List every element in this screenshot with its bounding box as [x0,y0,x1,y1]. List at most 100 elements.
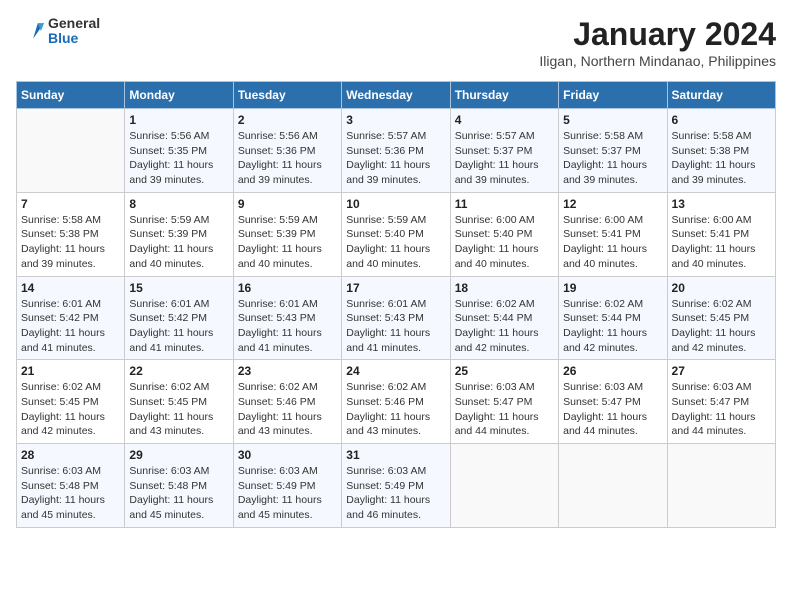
calendar-cell: 26 Sunrise: 6:03 AMSunset: 5:47 PMDayligh… [559,360,667,444]
calendar-cell: 27 Sunrise: 6:03 AMSunset: 5:47 PMDayligh… [667,360,775,444]
day-number: 9 [238,197,337,211]
calendar-cell [450,444,558,528]
calendar-cell: 12 Sunrise: 6:00 AMSunset: 5:41 PMDayligh… [559,192,667,276]
day-number: 15 [129,281,228,295]
day-info: Sunrise: 5:57 AMSunset: 5:37 PMDaylight:… [455,129,554,188]
title-block: January 2024 Iligan, Northern Mindanao, … [539,16,776,69]
calendar-cell: 19 Sunrise: 6:02 AMSunset: 5:44 PMDayligh… [559,276,667,360]
day-number: 10 [346,197,445,211]
calendar-cell [559,444,667,528]
day-number: 2 [238,113,337,127]
day-info: Sunrise: 6:02 AMSunset: 5:46 PMDaylight:… [346,380,445,439]
header-sunday: Sunday [17,82,125,109]
calendar-cell: 21Sunrise: 6:02 AMSunset: 5:45 PMDayligh… [17,360,125,444]
day-info: Sunrise: 5:56 AMSunset: 5:36 PMDaylight:… [238,129,337,188]
calendar-cell: 4Sunrise: 5:57 AMSunset: 5:37 PMDaylight… [450,109,558,193]
calendar-cell: 10Sunrise: 5:59 AMSunset: 5:40 PMDayligh… [342,192,450,276]
header-saturday: Saturday [667,82,775,109]
calendar-cell: 29 Sunrise: 6:03 AMSunset: 5:48 PMDayligh… [125,444,233,528]
header-wednesday: Wednesday [342,82,450,109]
day-info: Sunrise: 6:02 AMSunset: 5:44 PMDaylight:… [455,297,554,356]
day-number: 11 [455,197,554,211]
day-number: 8 [129,197,228,211]
logo-blue: Blue [48,31,100,46]
day-info: Sunrise: 5:58 AMSunset: 5:38 PMDaylight:… [672,129,771,188]
day-info: Sunrise: 5:58 AMSunset: 5:37 PMDaylight:… [563,129,662,188]
header-thursday: Thursday [450,82,558,109]
calendar-cell: 9 Sunrise: 5:59 AMSunset: 5:39 PMDaylight… [233,192,341,276]
calendar-cell: 20Sunrise: 6:02 AMSunset: 5:45 PMDayligh… [667,276,775,360]
day-number: 6 [672,113,771,127]
day-number: 1 [129,113,228,127]
day-info: Sunrise: 6:02 AMSunset: 5:45 PMDaylight:… [672,297,771,356]
logo-general: General [48,16,100,31]
calendar-cell: 3 Sunrise: 5:57 AMSunset: 5:36 PMDaylight… [342,109,450,193]
day-info: Sunrise: 6:01 AMSunset: 5:42 PMDaylight:… [21,297,120,356]
day-number: 13 [672,197,771,211]
logo: General Blue [16,16,100,47]
calendar-cell [667,444,775,528]
logo-icon [16,17,44,45]
calendar-cell: 5Sunrise: 5:58 AMSunset: 5:37 PMDaylight… [559,109,667,193]
day-number: 12 [563,197,662,211]
day-number: 30 [238,448,337,462]
calendar-cell: 17Sunrise: 6:01 AMSunset: 5:43 PMDayligh… [342,276,450,360]
calendar-cell: 22 Sunrise: 6:02 AMSunset: 5:45 PMDayligh… [125,360,233,444]
day-info: Sunrise: 6:02 AMSunset: 5:46 PMDaylight:… [238,380,337,439]
day-number: 14 [21,281,120,295]
calendar-cell: 2 Sunrise: 5:56 AMSunset: 5:36 PMDaylight… [233,109,341,193]
calendar-cell: 1 Sunrise: 5:56 AMSunset: 5:35 PMDaylight… [125,109,233,193]
page-header: General Blue January 2024 Iligan, Northe… [16,16,776,69]
day-info: Sunrise: 6:02 AMSunset: 5:44 PMDaylight:… [563,297,662,356]
calendar-cell: 16Sunrise: 6:01 AMSunset: 5:43 PMDayligh… [233,276,341,360]
day-info: Sunrise: 5:57 AMSunset: 5:36 PMDaylight:… [346,129,445,188]
day-info: Sunrise: 6:02 AMSunset: 5:45 PMDaylight:… [129,380,228,439]
day-number: 17 [346,281,445,295]
day-number: 29 [129,448,228,462]
calendar-cell: 6 Sunrise: 5:58 AMSunset: 5:38 PMDaylight… [667,109,775,193]
calendar-week-row: 1 Sunrise: 5:56 AMSunset: 5:35 PMDaylight… [17,109,776,193]
day-info: Sunrise: 5:58 AMSunset: 5:38 PMDaylight:… [21,213,120,272]
day-info: Sunrise: 6:01 AMSunset: 5:43 PMDaylight:… [238,297,337,356]
day-number: 18 [455,281,554,295]
day-info: Sunrise: 6:03 AMSunset: 5:47 PMDaylight:… [672,380,771,439]
calendar-cell: 7 Sunrise: 5:58 AMSunset: 5:38 PMDaylight… [17,192,125,276]
calendar-week-row: 7 Sunrise: 5:58 AMSunset: 5:38 PMDaylight… [17,192,776,276]
day-info: Sunrise: 6:03 AMSunset: 5:47 PMDaylight:… [563,380,662,439]
day-number: 19 [563,281,662,295]
day-info: Sunrise: 5:59 AMSunset: 5:39 PMDaylight:… [238,213,337,272]
day-info: Sunrise: 6:03 AMSunset: 5:49 PMDaylight:… [238,464,337,523]
day-number: 26 [563,364,662,378]
day-info: Sunrise: 5:59 AMSunset: 5:39 PMDaylight:… [129,213,228,272]
calendar-cell: 15 Sunrise: 6:01 AMSunset: 5:42 PMDayligh… [125,276,233,360]
day-info: Sunrise: 6:01 AMSunset: 5:42 PMDaylight:… [129,297,228,356]
calendar-cell: 31 Sunrise: 6:03 AMSunset: 5:49 PMDayligh… [342,444,450,528]
day-info: Sunrise: 6:03 AMSunset: 5:49 PMDaylight:… [346,464,445,523]
month-title: January 2024 [539,16,776,53]
calendar-week-row: 28Sunrise: 6:03 AMSunset: 5:48 PMDayligh… [17,444,776,528]
day-number: 31 [346,448,445,462]
calendar-cell: 13 Sunrise: 6:00 AMSunset: 5:41 PMDayligh… [667,192,775,276]
day-number: 22 [129,364,228,378]
day-number: 3 [346,113,445,127]
header-friday: Friday [559,82,667,109]
calendar-cell: 25Sunrise: 6:03 AMSunset: 5:47 PMDayligh… [450,360,558,444]
day-info: Sunrise: 6:03 AMSunset: 5:47 PMDaylight:… [455,380,554,439]
day-number: 24 [346,364,445,378]
day-info: Sunrise: 6:00 AMSunset: 5:41 PMDaylight:… [563,213,662,272]
calendar-week-row: 21 Sunrise: 6:02 AMSunset: 5:45 PMDayligh… [17,360,776,444]
day-number: 21 [21,364,120,378]
day-info: Sunrise: 5:56 AMSunset: 5:35 PMDaylight:… [129,129,228,188]
header-monday: Monday [125,82,233,109]
day-number: 7 [21,197,120,211]
calendar-header-row: SundayMondayTuesdayWednesdayThursdayFrid… [17,82,776,109]
day-number: 23 [238,364,337,378]
calendar-cell: 18 Sunrise: 6:02 AMSunset: 5:44 PMDayligh… [450,276,558,360]
day-info: Sunrise: 6:03 AMSunset: 5:48 PMDaylight:… [129,464,228,523]
calendar-cell: 8 Sunrise: 5:59 AMSunset: 5:39 PMDaylight… [125,192,233,276]
calendar-cell: 30 Sunrise: 6:03 AMSunset: 5:49 PMDayligh… [233,444,341,528]
day-number: 27 [672,364,771,378]
location: Iligan, Northern Mindanao, Philippines [539,53,776,69]
day-info: Sunrise: 6:00 AMSunset: 5:41 PMDaylight:… [672,213,771,272]
calendar-cell: 11Sunrise: 6:00 AMSunset: 5:40 PMDayligh… [450,192,558,276]
